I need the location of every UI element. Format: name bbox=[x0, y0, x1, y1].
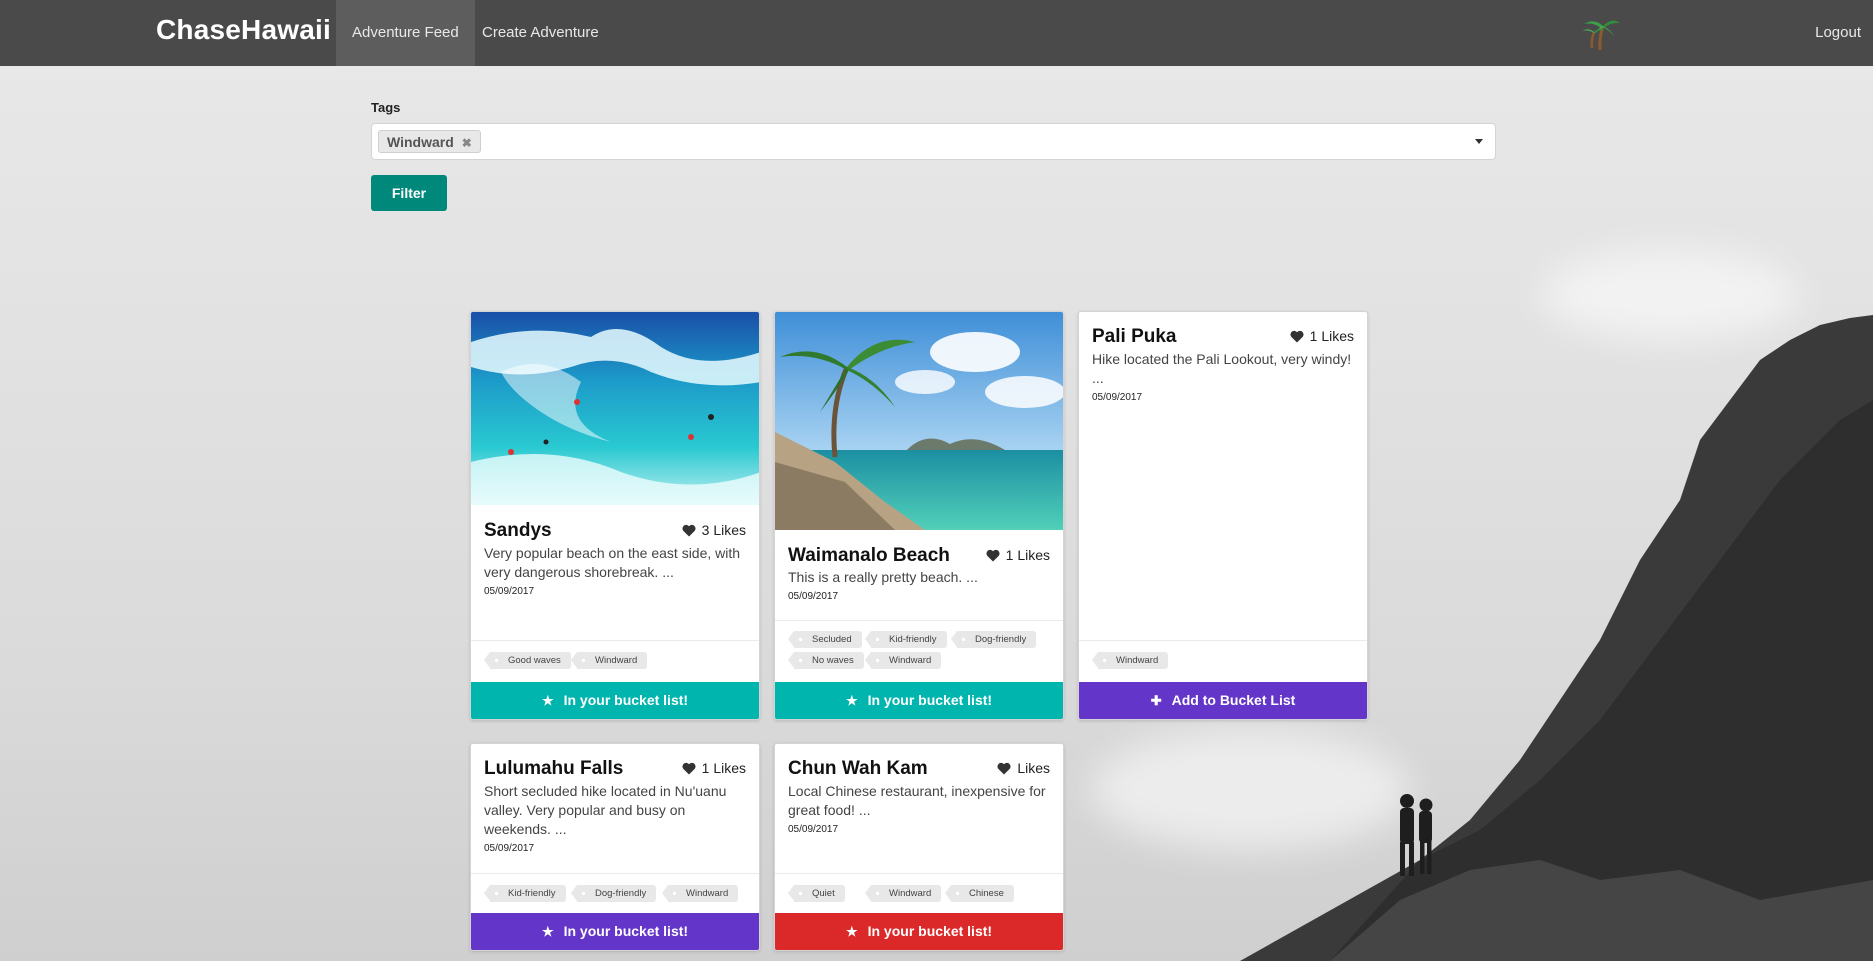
tag-label[interactable]: Dog-friendly bbox=[570, 885, 657, 902]
card-image bbox=[471, 312, 759, 505]
remove-tag-icon[interactable]: ✖ bbox=[462, 136, 472, 150]
card-image bbox=[775, 312, 1063, 530]
likes-label: 1 Likes bbox=[1005, 547, 1050, 563]
card-title[interactable]: Sandys bbox=[484, 520, 552, 542]
bucket-list-button[interactable]: ★ In your bucket list! bbox=[471, 913, 759, 950]
heart-icon[interactable] bbox=[1290, 330, 1304, 346]
palm-tree-icon bbox=[1580, 14, 1622, 57]
bucket-list-button[interactable]: ★ In your bucket list! bbox=[775, 682, 1063, 719]
card-description: Local Chinese restaurant, inexpensive fo… bbox=[788, 783, 1046, 818]
adventure-card: Sandys 3 Likes Very popular beach on the… bbox=[470, 311, 760, 720]
tag-label[interactable]: Windward bbox=[570, 652, 648, 669]
card-title[interactable]: Pali Puka bbox=[1092, 326, 1177, 348]
card-tags: Good waves Windward bbox=[471, 640, 759, 683]
tag-label[interactable]: Good waves bbox=[484, 652, 571, 669]
chip-label: Windward bbox=[387, 134, 454, 150]
likes-counter[interactable]: 1 Likes bbox=[1290, 328, 1354, 346]
likes-counter[interactable]: 3 Likes bbox=[682, 522, 746, 540]
tag-label[interactable]: Windward bbox=[1091, 652, 1169, 669]
heart-icon[interactable] bbox=[682, 524, 696, 540]
tags-label: Tags bbox=[371, 100, 401, 115]
likes-counter[interactable]: 1 Likes bbox=[682, 760, 746, 778]
heart-icon[interactable] bbox=[997, 762, 1011, 778]
tags-multiselect[interactable]: Windward ✖ bbox=[371, 123, 1496, 160]
card-description: This is a really pretty beach. ... bbox=[788, 569, 978, 585]
card-description: Short secluded hike located in Nu'uanu v… bbox=[484, 783, 727, 837]
tag-label[interactable]: Dog-friendly bbox=[950, 631, 1037, 648]
likes-counter[interactable]: 1 Likes bbox=[986, 547, 1050, 565]
likes-label: 3 Likes bbox=[701, 522, 746, 538]
bucket-list-button[interactable]: ★ In your bucket list! bbox=[471, 682, 759, 719]
card-title[interactable]: Waimanalo Beach bbox=[788, 545, 950, 567]
card-title[interactable]: Lulumahu Falls bbox=[484, 758, 623, 780]
logout-link[interactable]: Logout bbox=[1815, 0, 1861, 66]
tag-label[interactable]: Windward bbox=[864, 885, 942, 902]
heart-icon[interactable] bbox=[682, 762, 696, 778]
add-to-bucket-list-button[interactable]: ✚ Add to Bucket List bbox=[1079, 682, 1367, 719]
tag-label[interactable]: Chinese bbox=[945, 885, 1014, 902]
card-tags: Quiet Windward Chinese bbox=[775, 873, 1063, 916]
tag-label[interactable]: No waves bbox=[788, 652, 864, 669]
tag-label[interactable]: Windward bbox=[864, 652, 942, 669]
adventure-card: Lulumahu Falls 1 Likes Short secluded hi… bbox=[470, 743, 760, 951]
star-icon: ★ bbox=[845, 693, 858, 708]
button-label: In your bucket list! bbox=[867, 692, 993, 708]
card-tags: Windward bbox=[1079, 640, 1367, 683]
likes-label: 1 Likes bbox=[1309, 328, 1354, 344]
button-label: In your bucket list! bbox=[867, 923, 993, 939]
button-label: In your bucket list! bbox=[563, 923, 689, 939]
star-icon: ★ bbox=[541, 693, 554, 708]
plus-icon: ✚ bbox=[1150, 693, 1162, 708]
bucket-list-button[interactable]: ★ In your bucket list! bbox=[775, 913, 1063, 950]
likes-counter[interactable]: Likes bbox=[997, 760, 1050, 778]
tag-label[interactable]: Kid-friendly bbox=[865, 631, 947, 648]
card-date: 05/09/2017 bbox=[788, 591, 839, 602]
nav-adventure-feed[interactable]: Adventure Feed bbox=[336, 0, 475, 66]
tag-label[interactable]: Quiet bbox=[788, 885, 845, 902]
card-description: Hike located the Pali Lookout, very wind… bbox=[1092, 351, 1352, 386]
adventure-card: Chun Wah Kam Likes Local Chinese restaur… bbox=[774, 743, 1064, 951]
button-label: In your bucket list! bbox=[563, 692, 689, 708]
card-tags: Kid-friendly Dog-friendly Windward bbox=[471, 873, 759, 916]
card-date: 05/09/2017 bbox=[484, 843, 535, 854]
star-icon: ★ bbox=[541, 924, 554, 939]
dropdown-caret-icon[interactable] bbox=[1475, 139, 1483, 144]
selected-tag-chip: Windward ✖ bbox=[378, 130, 481, 153]
filter-button[interactable]: Filter bbox=[371, 175, 447, 211]
adventure-card: Pali Puka 1 Likes Hike located the Pali … bbox=[1078, 311, 1368, 720]
tag-label[interactable]: Secluded bbox=[788, 631, 862, 648]
likes-label: Likes bbox=[1017, 760, 1050, 776]
adventure-card: Waimanalo Beach 1 Likes This is a really… bbox=[774, 311, 1064, 720]
likes-label: 1 Likes bbox=[701, 760, 746, 776]
card-title[interactable]: Chun Wah Kam bbox=[788, 758, 928, 780]
top-navbar: ChaseHawaii Adventure Feed Create Advent… bbox=[0, 0, 1873, 66]
brand-logo-text[interactable]: ChaseHawaii bbox=[156, 14, 331, 46]
tag-label[interactable]: Kid-friendly bbox=[484, 885, 566, 902]
button-label: Add to Bucket List bbox=[1171, 692, 1296, 708]
card-date: 05/09/2017 bbox=[484, 586, 535, 597]
card-tags: Secluded Kid-friendly Dog-friendly No wa… bbox=[775, 620, 1063, 683]
card-date: 05/09/2017 bbox=[788, 824, 839, 835]
tag-label[interactable]: Windward bbox=[661, 885, 739, 902]
card-date: 05/09/2017 bbox=[1092, 392, 1143, 403]
heart-icon[interactable] bbox=[986, 549, 1000, 565]
star-icon: ★ bbox=[845, 924, 858, 939]
nav-create-adventure[interactable]: Create Adventure bbox=[466, 0, 615, 66]
card-description: Very popular beach on the east side, wit… bbox=[484, 545, 741, 580]
